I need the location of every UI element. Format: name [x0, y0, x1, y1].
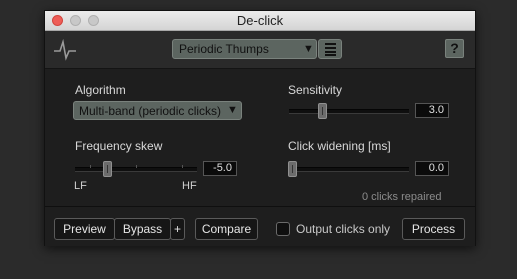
output-clicks-only-checkbox[interactable]	[276, 222, 290, 236]
pulse-logo-icon	[54, 39, 76, 61]
frequency-skew-value[interactable]: -5.0	[203, 161, 237, 176]
slider-tick	[182, 165, 183, 168]
algorithm-dropdown[interactable]: Multi-band (periodic clicks) ▼	[73, 101, 242, 120]
click-widening-slider[interactable]	[289, 167, 409, 172]
lf-label: LF	[74, 180, 87, 192]
chevron-down-icon: ▼	[303, 43, 314, 55]
hf-label: HF	[182, 180, 197, 192]
slider-tick	[90, 165, 91, 168]
algorithm-value: Multi-band (periodic clicks)	[79, 104, 222, 118]
controls-panel: Algorithm Multi-band (periodic clicks) ▼…	[45, 69, 475, 205]
click-widening-label: Click widening [ms]	[288, 139, 391, 153]
preset-value: Periodic Thumps	[179, 42, 269, 56]
module-header: Periodic Thumps ▼ ?	[45, 31, 475, 69]
output-clicks-only-label[interactable]: Output clicks only	[296, 222, 390, 236]
sensitivity-slider[interactable]	[289, 109, 409, 114]
process-button[interactable]: Process	[402, 218, 465, 240]
bypass-plus-button[interactable]: +	[170, 218, 185, 240]
frequency-skew-label: Frequency skew	[75, 139, 163, 153]
preview-button[interactable]: Preview	[54, 218, 115, 240]
clicks-repaired-status: 0 clicks repaired	[362, 191, 442, 203]
algorithm-label: Algorithm	[75, 83, 126, 97]
sensitivity-label: Sensitivity	[288, 83, 343, 97]
slider-tick	[136, 165, 137, 168]
help-button[interactable]: ?	[445, 39, 464, 58]
sensitivity-slider-handle[interactable]	[318, 103, 327, 119]
window-title: De-click	[236, 13, 284, 28]
preset-list-button[interactable]	[318, 39, 342, 59]
frequency-skew-slider-handle[interactable]	[103, 161, 112, 177]
bypass-button[interactable]: Bypass	[114, 218, 171, 240]
click-widening-slider-handle[interactable]	[288, 161, 297, 177]
title-bar[interactable]: De-click	[45, 11, 475, 31]
click-widening-value[interactable]: 0.0	[415, 161, 449, 176]
chevron-down-icon: ▼	[227, 104, 238, 116]
declick-window: De-click Periodic Thumps ▼ ? Algorithm M…	[44, 10, 476, 246]
sensitivity-value[interactable]: 3.0	[415, 103, 449, 118]
action-bar: Preview Bypass + Compare Output clicks o…	[45, 206, 475, 246]
compare-button[interactable]: Compare	[195, 218, 258, 240]
preset-dropdown[interactable]: Periodic Thumps ▼	[172, 39, 317, 59]
